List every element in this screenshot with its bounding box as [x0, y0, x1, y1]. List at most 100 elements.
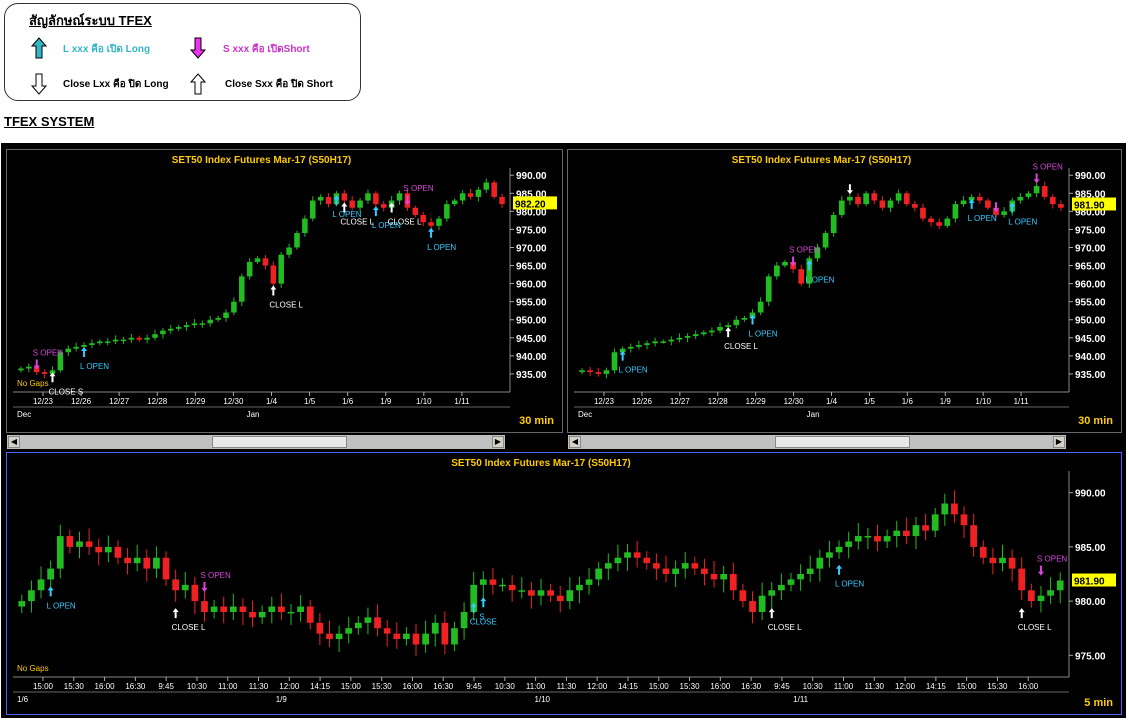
candle: [887, 200, 894, 208]
scrollbar-top-right[interactable]: ◀ ▶: [568, 435, 1066, 449]
x-tick-label: 15:30: [987, 682, 1008, 691]
signal-label: CLOSE L: [1018, 623, 1052, 632]
candle: [902, 530, 910, 537]
x-tick-label: 1/6: [902, 397, 914, 406]
x-tick-label: 15:30: [372, 682, 393, 691]
candle: [349, 200, 355, 208]
y-tick-label: 950.00: [1075, 316, 1106, 327]
candle: [739, 590, 747, 602]
candle: [741, 317, 748, 320]
candle: [270, 265, 277, 284]
candle: [806, 568, 814, 574]
long-open-arrow: [47, 586, 54, 597]
x-tick-label: 12/23: [33, 397, 54, 406]
x-tick-label: 12/30: [784, 397, 805, 406]
candle: [467, 193, 474, 197]
x-tick-label: 1/10: [975, 397, 991, 406]
signal-label: L OPEN: [749, 329, 778, 338]
candle: [976, 196, 983, 201]
candle: [830, 214, 837, 234]
chart-panel-top-left[interactable]: SET50 Index Futures Mar-17 (S50H17) 990.0…: [6, 149, 563, 433]
candle: [431, 622, 439, 634]
candle: [1001, 211, 1007, 215]
x-tick-label: 9:45: [158, 682, 174, 691]
scroll-right-button[interactable]: ▶: [492, 436, 504, 448]
candle: [286, 247, 292, 255]
candle: [652, 341, 658, 344]
candle: [1018, 568, 1026, 591]
candle: [345, 628, 353, 634]
x-period-label: 1/9: [276, 695, 288, 704]
candle: [199, 323, 206, 325]
candle: [920, 207, 926, 219]
candle: [710, 574, 718, 580]
candle: [636, 345, 642, 347]
candle: [428, 222, 434, 226]
candle: [459, 193, 466, 201]
signal-label: S OPEN: [33, 348, 63, 357]
x-tick-label: 15:30: [680, 682, 701, 691]
close-short-arrow: [725, 327, 732, 338]
candle: [89, 343, 95, 346]
candle: [249, 611, 256, 618]
candle: [136, 337, 143, 340]
scroll-thumb[interactable]: [775, 436, 910, 448]
y-tick-label: 990.00: [516, 171, 547, 182]
candle: [547, 590, 554, 596]
candle: [774, 265, 780, 277]
candle: [709, 330, 715, 333]
candle: [936, 222, 943, 226]
y-tick-label: 990.00: [1075, 171, 1106, 182]
close-short-arrow: [270, 285, 277, 296]
candle: [175, 326, 182, 329]
scroll-left-button[interactable]: ◀: [8, 436, 20, 448]
candle: [85, 541, 93, 547]
candle: [579, 370, 585, 373]
candle: [41, 372, 48, 374]
candle: [643, 557, 651, 564]
candle: [444, 204, 450, 219]
signal-label: S OPEN: [789, 245, 819, 254]
arrow-down-magenta-icon: [190, 37, 206, 59]
candle: [893, 530, 901, 537]
y-tick-label: 955.00: [516, 298, 547, 309]
candle: [587, 370, 594, 373]
candle: [960, 200, 967, 205]
x-tick-label: 12:00: [895, 682, 916, 691]
candle: [1027, 590, 1035, 602]
chart-panel-top-right[interactable]: SET50 Index Futures Mar-17 (S50H17) 990.0…: [567, 149, 1122, 433]
candle: [441, 622, 449, 645]
candle: [1049, 196, 1056, 205]
y-tick-label: 970.00: [516, 243, 547, 254]
close-short-arrow: [172, 608, 179, 619]
candle: [201, 601, 208, 612]
candle: [1058, 204, 1064, 208]
chart-panel-bottom[interactable]: SET50 Index Futures Mar-17 (S50H17) 990.0…: [6, 452, 1122, 715]
candle: [172, 579, 180, 591]
x-tick-label: 12/29: [746, 397, 767, 406]
signal-label: S OPEN: [1037, 555, 1067, 564]
scrollbar-top-left[interactable]: ◀ ▶: [7, 435, 505, 449]
chart-title: SET50 Index Futures Mar-17 (S50H17): [451, 458, 631, 469]
short-open-arrow: [1037, 565, 1044, 576]
candle: [254, 258, 261, 262]
long-open-arrow: [480, 597, 487, 608]
x-tick-label: 10:30: [803, 682, 824, 691]
x-period-label: 1/6: [17, 695, 29, 704]
candle: [787, 579, 795, 585]
scroll-right-button[interactable]: ▶: [1053, 436, 1065, 448]
scroll-thumb[interactable]: [212, 436, 347, 448]
x-tick-label: 1/10: [416, 397, 432, 406]
candle: [1008, 557, 1016, 569]
candle: [81, 345, 87, 347]
candle: [822, 233, 829, 248]
scroll-left-button[interactable]: ◀: [569, 436, 581, 448]
short-open-arrow: [201, 581, 208, 592]
x-tick-label: 16:00: [1018, 682, 1039, 691]
signal-label: L OPEN: [47, 601, 76, 610]
x-tick-label: 1/6: [342, 397, 354, 406]
candle: [294, 233, 300, 248]
candle: [944, 218, 951, 226]
candle: [239, 276, 245, 302]
x-tick-label: 14:15: [926, 682, 947, 691]
